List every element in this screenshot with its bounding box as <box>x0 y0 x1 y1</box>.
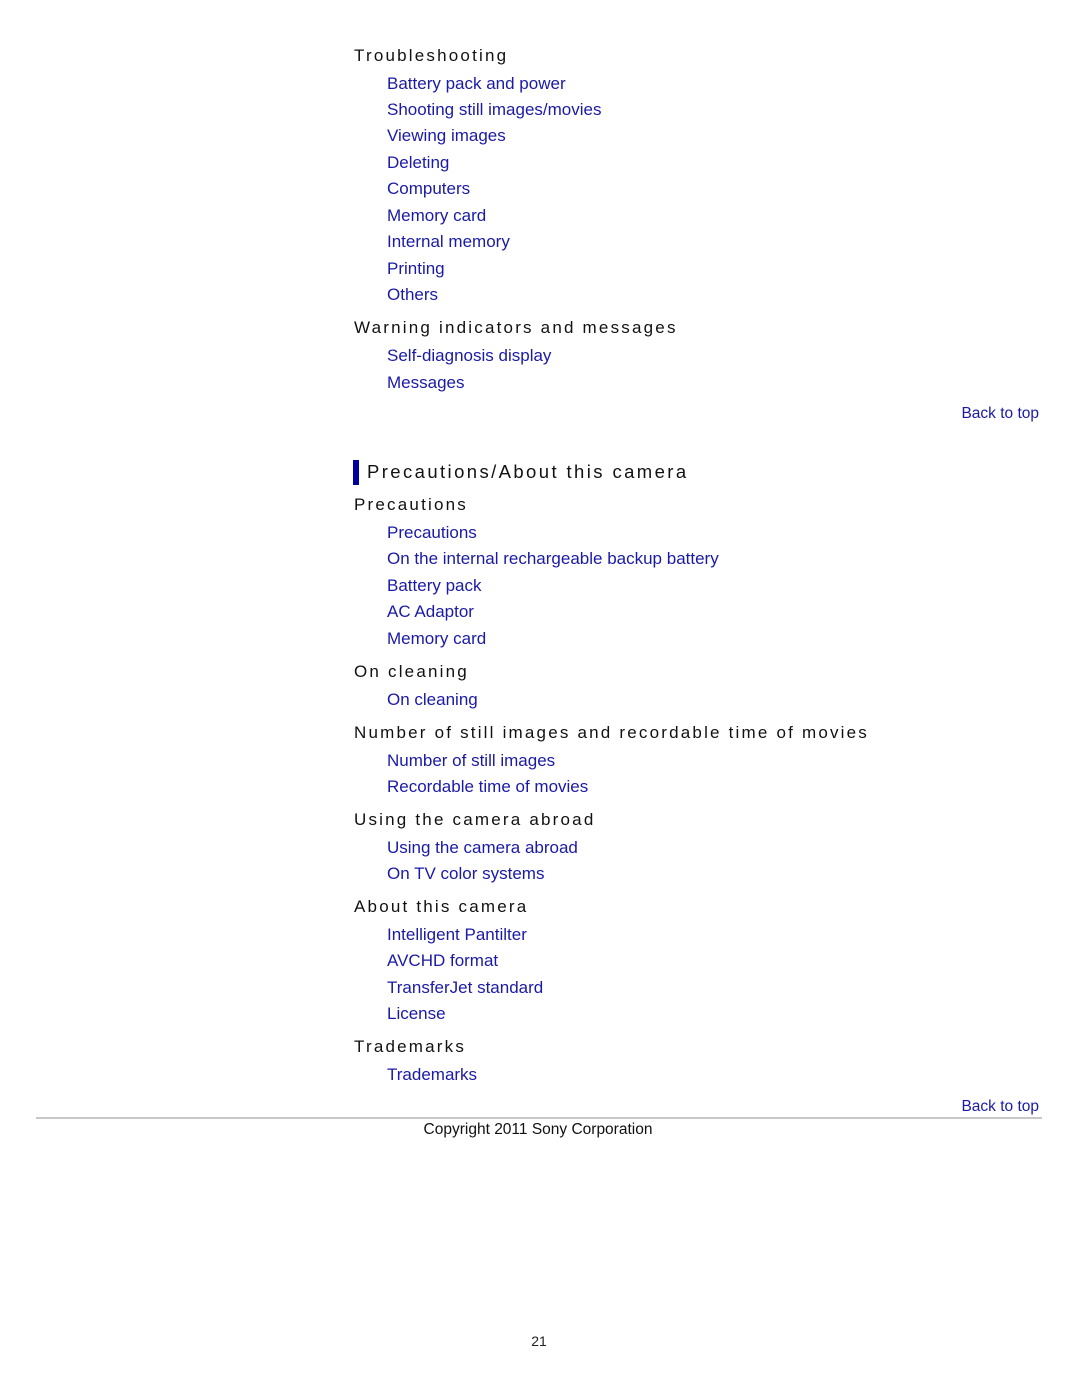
link-deleting[interactable]: Deleting <box>387 153 449 173</box>
section-title: Precautions/About this camera <box>353 459 689 485</box>
footer-divider <box>36 1117 1042 1119</box>
link-internal-backup-battery[interactable]: On the internal rechargeable backup batt… <box>387 549 719 569</box>
link-ac-adaptor[interactable]: AC Adaptor <box>387 602 474 622</box>
trademarks-heading: Trademarks <box>354 1037 467 1056</box>
link-number-of-still-images[interactable]: Number of still images <box>387 751 555 771</box>
back-to-top-link-bottom[interactable]: Back to top <box>961 1098 1039 1116</box>
link-printing[interactable]: Printing <box>387 259 445 279</box>
back-to-top-link[interactable]: Back to top <box>961 405 1039 423</box>
section-title-text: Precautions/About this camera <box>367 461 689 482</box>
link-others[interactable]: Others <box>387 285 438 305</box>
link-battery-pack-and-power[interactable]: Battery pack and power <box>387 74 566 94</box>
link-avchd-format[interactable]: AVCHD format <box>387 951 498 971</box>
number-of-images-heading: Number of still images and recordable ti… <box>354 723 870 742</box>
link-memory-card[interactable]: Memory card <box>387 206 486 226</box>
link-precautions[interactable]: Precautions <box>387 523 477 543</box>
link-tv-color-systems[interactable]: On TV color systems <box>387 864 544 884</box>
link-using-the-camera-abroad[interactable]: Using the camera abroad <box>387 838 578 858</box>
copyright-text: Copyright 2011 Sony Corporation <box>423 1121 653 1138</box>
link-messages[interactable]: Messages <box>387 373 464 393</box>
link-self-diagnosis-display[interactable]: Self-diagnosis display <box>387 346 551 366</box>
link-license[interactable]: License <box>387 1004 446 1024</box>
page-number: 21 <box>531 1333 547 1349</box>
on-cleaning-heading: On cleaning <box>354 662 469 681</box>
link-internal-memory[interactable]: Internal memory <box>387 232 510 252</box>
link-computers[interactable]: Computers <box>387 179 470 199</box>
link-recordable-time-of-movies[interactable]: Recordable time of movies <box>387 777 588 797</box>
section-accent-bar <box>353 459 359 485</box>
about-camera-heading: About this camera <box>354 897 529 916</box>
link-intelligent-pantilter[interactable]: Intelligent Pantilter <box>387 925 527 945</box>
link-trademarks[interactable]: Trademarks <box>387 1065 477 1085</box>
link-memory-card-precautions[interactable]: Memory card <box>387 629 486 649</box>
warning-heading: Warning indicators and messages <box>354 318 678 337</box>
link-on-cleaning[interactable]: On cleaning <box>387 690 478 710</box>
precautions-heading: Precautions <box>354 495 468 514</box>
troubleshooting-heading: Troubleshooting <box>354 46 509 65</box>
link-shooting-still-images-movies[interactable]: Shooting still images/movies <box>387 100 601 120</box>
using-abroad-heading: Using the camera abroad <box>354 810 596 829</box>
link-battery-pack[interactable]: Battery pack <box>387 576 482 596</box>
link-viewing-images[interactable]: Viewing images <box>387 126 506 146</box>
link-transferjet-standard[interactable]: TransferJet standard <box>387 978 543 998</box>
